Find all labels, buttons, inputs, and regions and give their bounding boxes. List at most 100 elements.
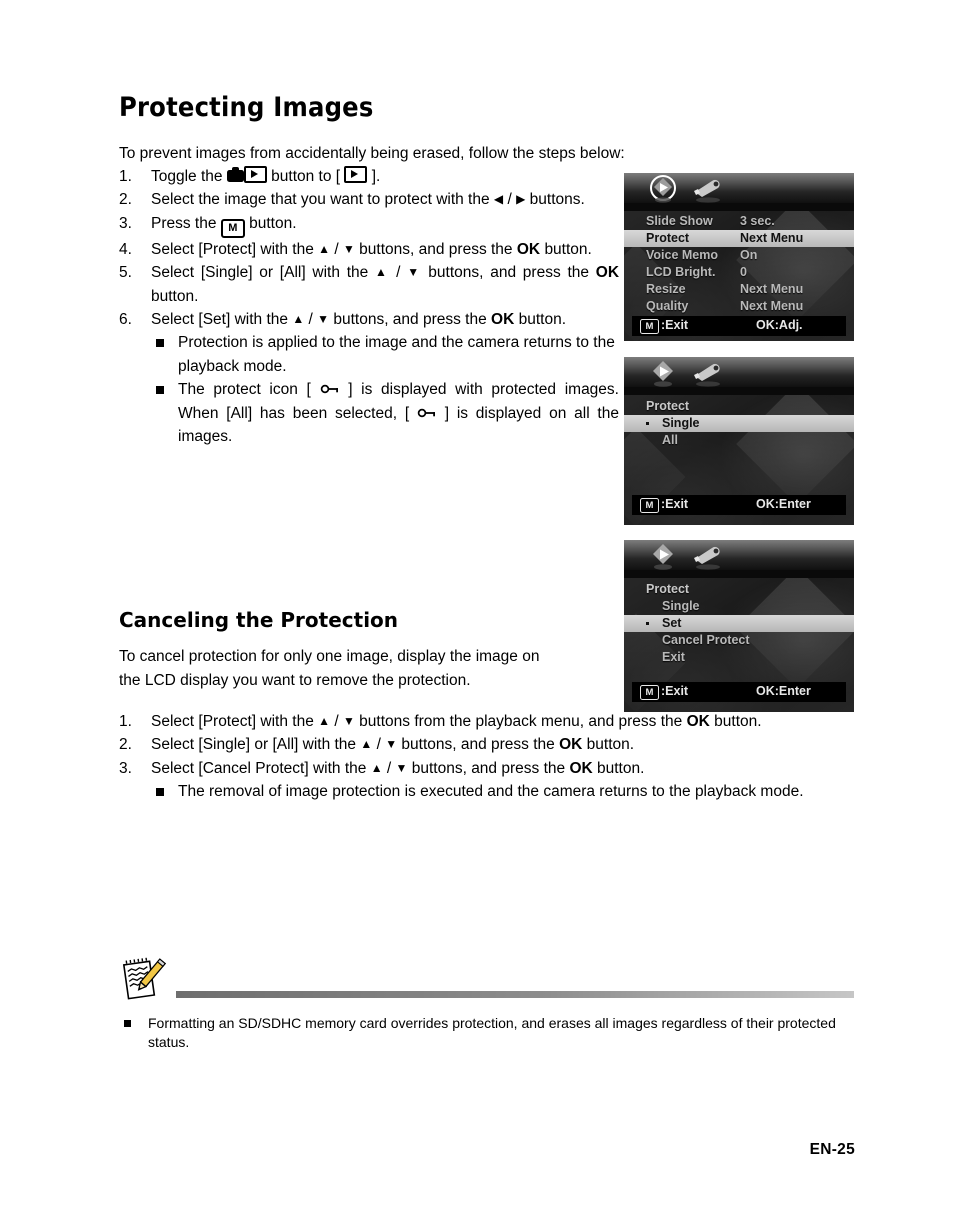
menu-row-selected[interactable]: Protect Next Menu	[624, 230, 854, 247]
step-text-post: button.	[518, 311, 567, 329]
setup-tab-icon[interactable]	[690, 542, 728, 572]
screenshot-protect-set: Protect Single Set Cancel Protect Exit M…	[624, 540, 854, 712]
step-text-post: buttons.	[529, 191, 585, 209]
menu-status-bar: M :Exit OK:Enter	[632, 682, 846, 702]
ok-label: OK	[686, 713, 710, 730]
submenu-row[interactable]: Cancel Protect	[624, 632, 854, 649]
exit-hint: :Exit	[661, 497, 689, 511]
bullet-text: The removal of image protection is execu…	[178, 783, 804, 801]
bullet-text-line2: When [All] has been selected, [	[178, 404, 410, 422]
arrow-down-icon: ▼	[385, 737, 398, 752]
note-divider	[176, 991, 854, 998]
step-item-6: 6. Select [Set] with the ▲ / ▼ buttons, a…	[119, 308, 619, 448]
menu-row-label: LCD Bright.	[646, 265, 716, 279]
section-title-canceling: Canceling the Protection	[119, 608, 399, 632]
page-title: Protecting Images	[119, 92, 374, 123]
arrow-up-icon: ▲	[292, 312, 305, 327]
screenshot-protect-single-all: Protect Single All M :Exit OK:Enter	[624, 357, 854, 525]
ok-label: OK	[491, 311, 515, 329]
ok-hint: OK:Adj.	[756, 318, 803, 332]
menu-status-bar: M :Exit OK:Adj.	[632, 316, 846, 336]
playback-icon	[243, 166, 267, 183]
menu-button-icon: M	[640, 685, 659, 700]
step-text: Press the	[151, 214, 217, 232]
ok-hint: OK:Enter	[756, 684, 811, 698]
setup-tab-icon[interactable]	[690, 175, 728, 205]
bullet-text-post: ] is displayed with protected images.	[348, 381, 619, 399]
setup-tab-icon[interactable]	[690, 359, 728, 389]
arrow-right-icon: ▶	[516, 192, 526, 207]
step-number: 6.	[119, 311, 132, 329]
note-text: Formatting an SD/SDHC memory card overri…	[148, 1015, 836, 1050]
menu-row-label: Protect	[646, 231, 690, 245]
step-text-post: button.	[586, 736, 635, 754]
separator: /	[334, 240, 339, 258]
bullet-item: Protection is applied to the image and t…	[151, 331, 619, 378]
step-number: 4.	[119, 240, 132, 258]
submenu-row-label: Set	[662, 616, 682, 630]
playback-tab-icon[interactable]	[646, 542, 680, 572]
submenu-row[interactable]: All	[624, 432, 854, 449]
cancel-bullet-list: The removal of image protection is execu…	[151, 780, 859, 803]
arrow-up-icon: ▲	[375, 265, 390, 280]
submenu-row[interactable]: Exit	[624, 649, 854, 666]
step-text-mid: buttons, and press the	[411, 759, 566, 777]
protect-steps-list: 1. Toggle the button to [ ]. 2. Select the…	[119, 165, 619, 448]
menu-row[interactable]: Quality Next Menu	[624, 298, 854, 315]
menu-row-value: 0	[740, 265, 747, 279]
separator: /	[396, 264, 401, 282]
menu-row-value: Next Menu	[740, 282, 804, 296]
step-text-post: button.	[597, 759, 645, 777]
ok-label: OK	[516, 240, 541, 258]
step-text-post: ].	[371, 168, 381, 185]
step-text: Toggle the	[151, 168, 223, 185]
ok-label: OK	[595, 264, 620, 282]
step-text: Select [Protect] with the	[151, 713, 314, 730]
arrow-up-icon: ▲	[370, 760, 383, 775]
bullet-item: The removal of image protection is execu…	[151, 780, 859, 803]
step-number: 2.	[119, 736, 132, 754]
ok-label: OK	[559, 736, 583, 754]
step-text-post: button.	[151, 287, 199, 305]
menu-row[interactable]: Voice Memo On	[624, 247, 854, 264]
note-bullet-list: Formatting an SD/SDHC memory card overri…	[119, 1014, 859, 1052]
cancel-step-item-1: 1. Select [Protect] with the ▲ / ▼ button…	[119, 710, 859, 733]
menu-row[interactable]: LCD Bright. 0	[624, 264, 854, 281]
separator: /	[386, 759, 392, 777]
step-text: Select the image that you want to protec…	[151, 191, 490, 209]
separator: /	[308, 311, 313, 329]
menu-row[interactable]: Resize Next Menu	[624, 281, 854, 298]
step-text-post: button.	[544, 240, 592, 258]
submenu-row-label: Exit	[662, 650, 685, 664]
step-text: Select [Single] or [All] with the	[151, 264, 369, 282]
submenu-row-selected[interactable]: Set	[624, 615, 854, 632]
submenu-row[interactable]: Single	[624, 598, 854, 615]
note-block: Formatting an SD/SDHC memory card overri…	[119, 1014, 859, 1052]
step-text-mid: buttons, and press the	[428, 264, 590, 282]
step6-bullet-list: Protection is applied to the image and t…	[151, 331, 619, 448]
step-text-mid: buttons, and press the	[333, 311, 487, 329]
protect-key-icon	[417, 408, 435, 417]
step-text-post: button.	[714, 713, 762, 730]
intro-paragraph: To prevent images from accidentally bein…	[119, 145, 625, 162]
camera-icon	[226, 167, 244, 182]
submenu-row-list: Protect Single Set Cancel Protect Exit	[624, 581, 854, 666]
step-number: 1.	[119, 713, 132, 730]
exit-hint: :Exit	[661, 318, 689, 332]
step-item-3: 3. Press the M button.	[119, 212, 619, 238]
menu-button-icon: M	[640, 319, 659, 334]
step-item-5: 5. Select [Single] or [All] with the ▲ / …	[119, 261, 619, 308]
menu-row-value: 3 sec.	[740, 214, 775, 228]
step-text: Select [Set] with the	[151, 311, 288, 329]
menu-row-label: Slide Show	[646, 214, 713, 228]
menu-row-value: Next Menu	[740, 231, 804, 245]
arrow-down-icon: ▼	[395, 760, 408, 775]
submenu-title: Protect	[624, 581, 854, 598]
menu-row-label: Voice Memo	[646, 248, 719, 262]
page-number: EN-25	[809, 1141, 855, 1158]
step-number: 2.	[119, 191, 132, 209]
playback-tab-icon[interactable]	[646, 175, 680, 205]
submenu-row-selected[interactable]: Single	[624, 415, 854, 432]
menu-row[interactable]: Slide Show 3 sec.	[624, 213, 854, 230]
playback-tab-icon[interactable]	[646, 359, 680, 389]
